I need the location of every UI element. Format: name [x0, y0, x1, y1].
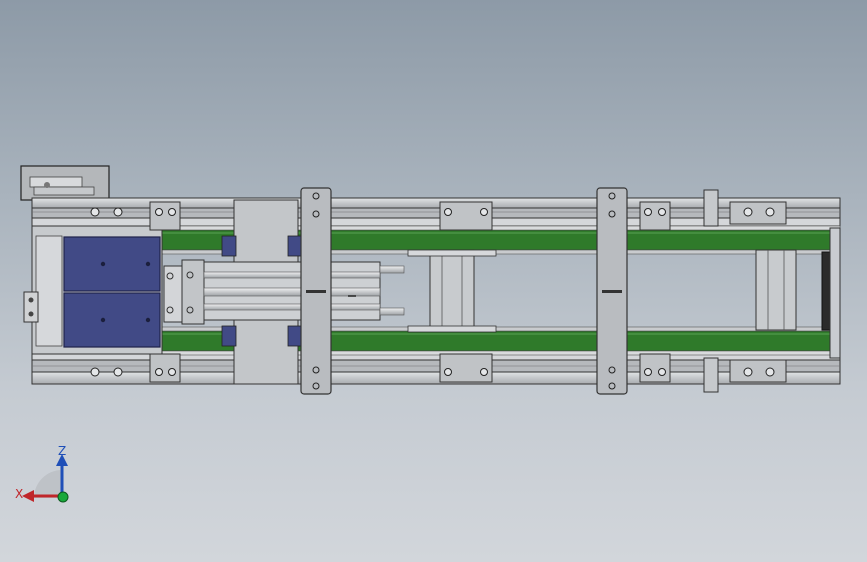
motor-cover: [20, 165, 110, 201]
conveyor-assembly-model[interactable]: [0, 0, 867, 562]
gear-coupling: [163, 259, 205, 325]
cad-viewport[interactable]: Z X: [0, 0, 867, 562]
y-axis-dot: [57, 491, 69, 503]
coordinate-triad: Z X: [15, 444, 69, 503]
x-axis-label: X: [15, 487, 23, 501]
x-axis-arrow: [22, 490, 34, 502]
z-axis-label: Z: [58, 444, 66, 458]
